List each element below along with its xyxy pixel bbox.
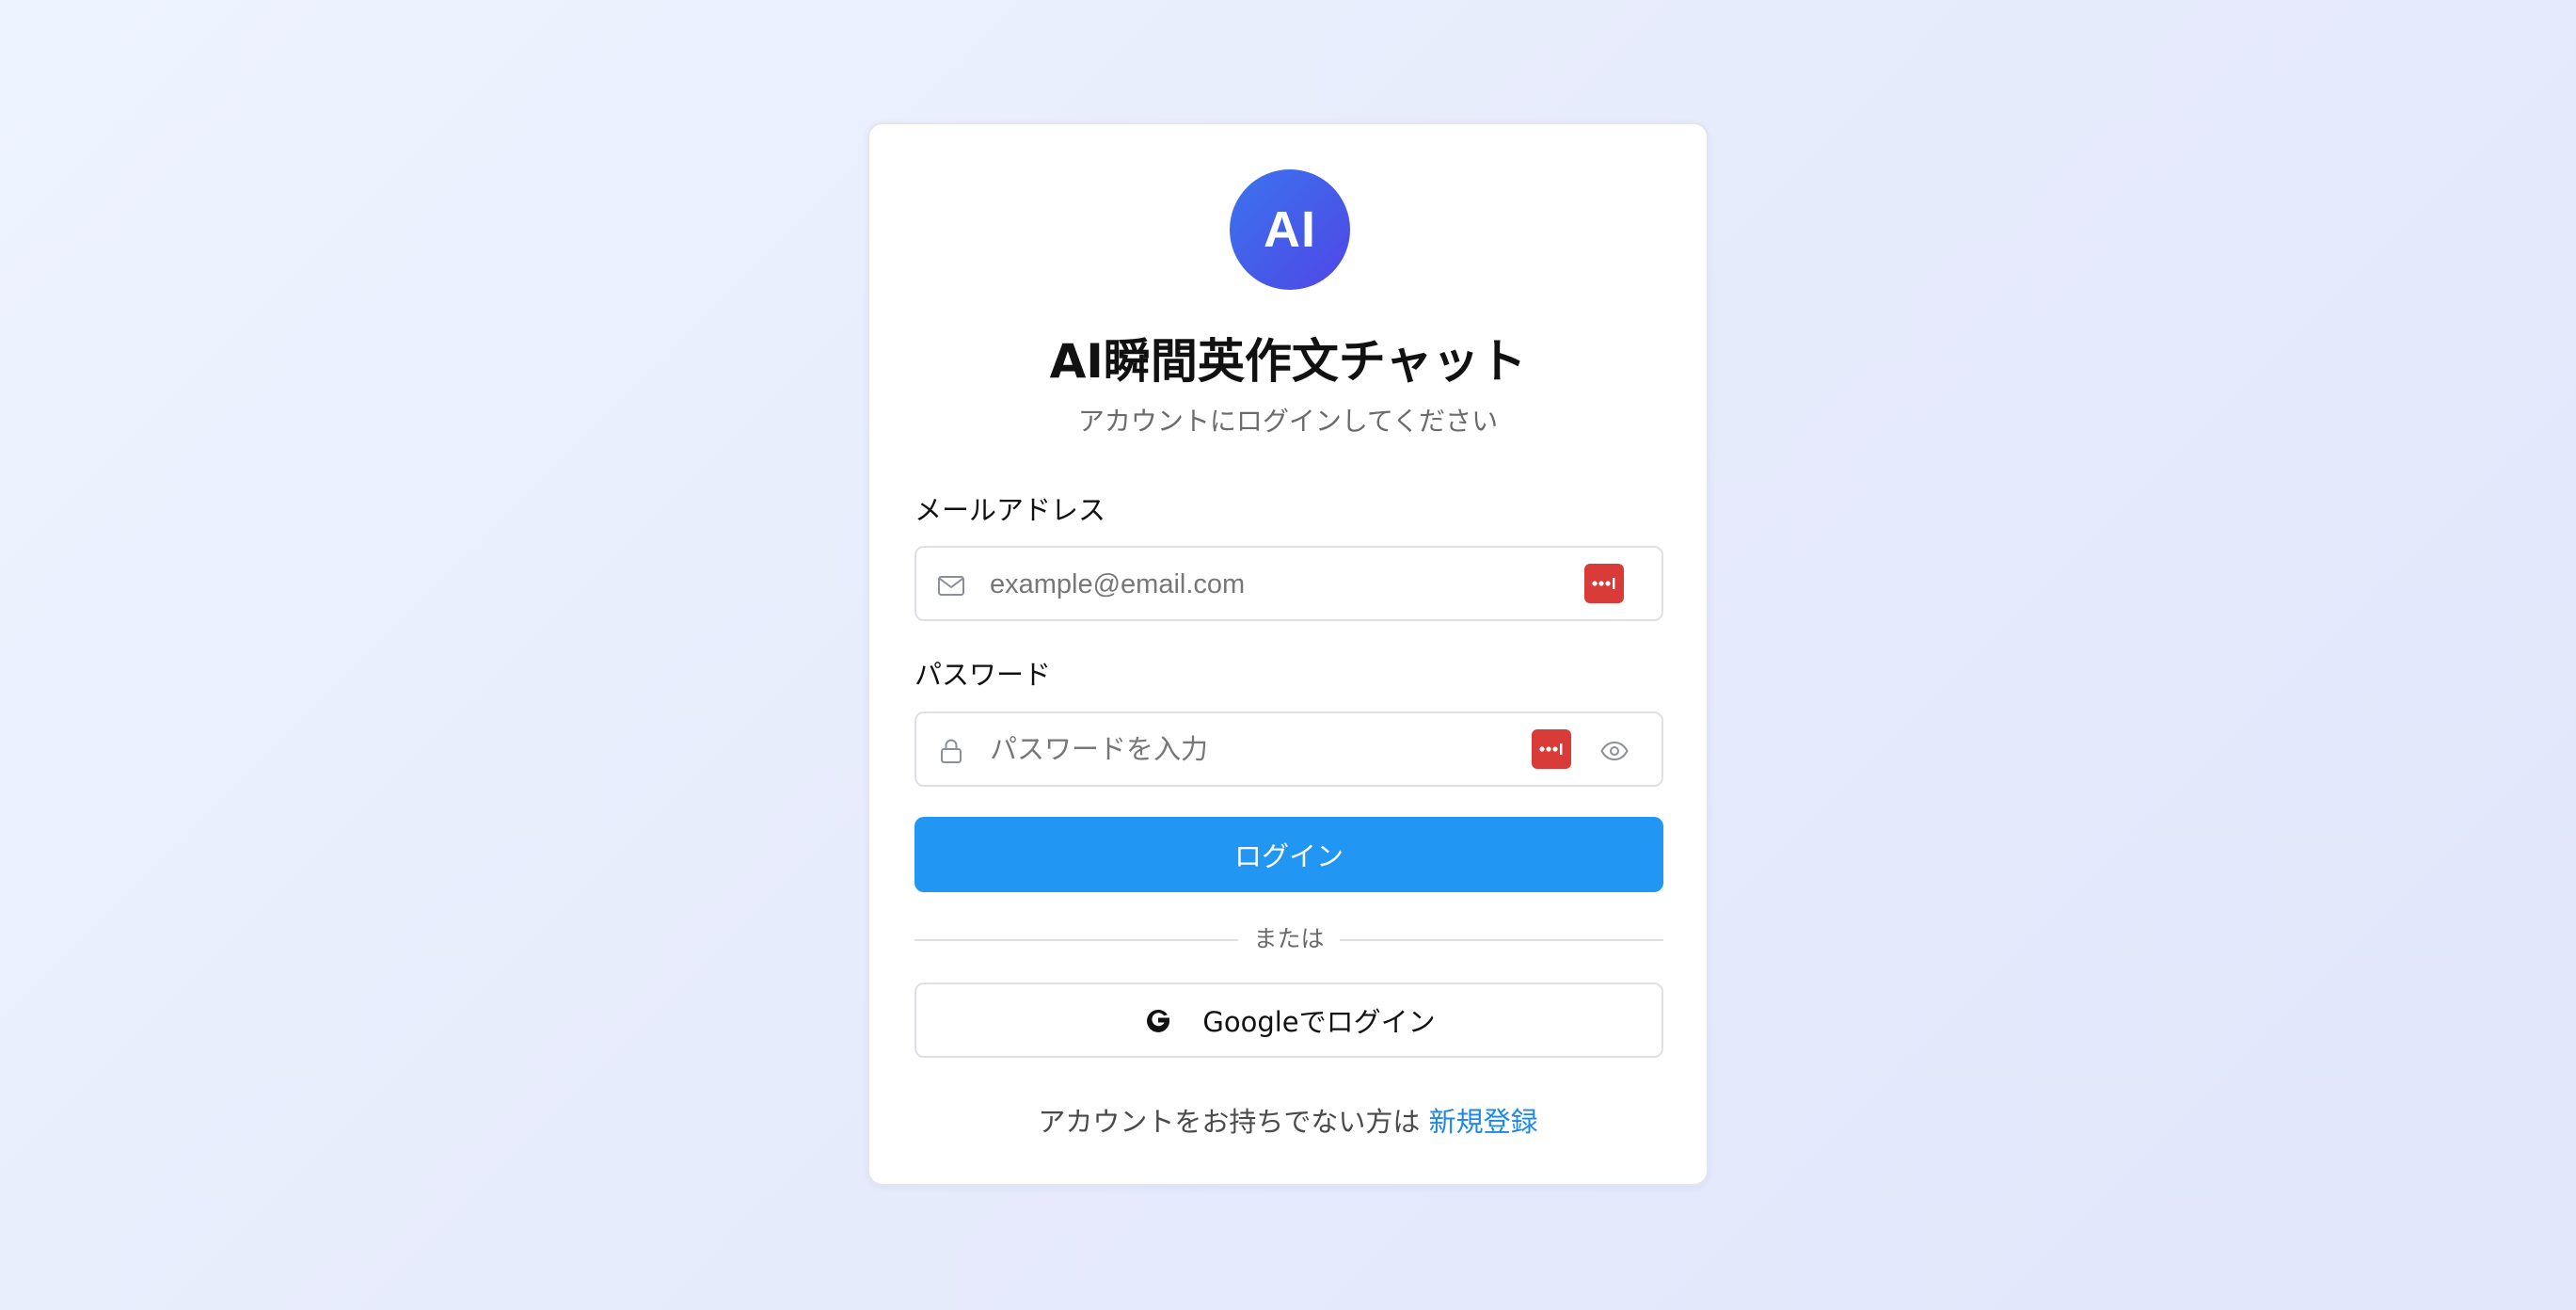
login-button[interactable]: ログイン [914, 817, 1663, 892]
google-login-button[interactable]: Googleでログイン [914, 982, 1663, 1058]
eye-icon[interactable] [1599, 736, 1630, 766]
google-login-label: Googleでログイン [1202, 1006, 1436, 1038]
app-logo: AI [1230, 169, 1350, 290]
signup-link[interactable]: 新規登録 [1429, 1106, 1538, 1138]
password-input[interactable] [990, 723, 1517, 777]
lock-icon [941, 739, 962, 763]
divider-line [1340, 939, 1663, 941]
page-subtitle: アカウントにログインしてください [1077, 406, 1499, 437]
logo-text: AI [1264, 201, 1316, 258]
password-manager-icon[interactable] [1584, 564, 1624, 603]
password-label: パスワード [914, 659, 1052, 691]
password-field-container [914, 711, 1663, 787]
mail-icon [938, 576, 964, 596]
signup-prompt-text: アカウントをお持ちでない方は [1038, 1106, 1421, 1138]
email-input[interactable] [990, 557, 1517, 612]
page-title: AI瞬間英作文チャット [1049, 334, 1527, 389]
email-label: メールアドレス [914, 494, 1106, 526]
or-divider: または [914, 922, 1663, 956]
login-card: AI AI瞬間英作文チャット アカウントにログインしてください メールアドレス … [867, 122, 1709, 1186]
signup-prompt: アカウントをお持ちでない方は 新規登録 [869, 1103, 1707, 1141]
email-field-container [914, 546, 1663, 621]
password-manager-icon[interactable] [1532, 729, 1571, 769]
google-icon [1147, 1009, 1170, 1032]
